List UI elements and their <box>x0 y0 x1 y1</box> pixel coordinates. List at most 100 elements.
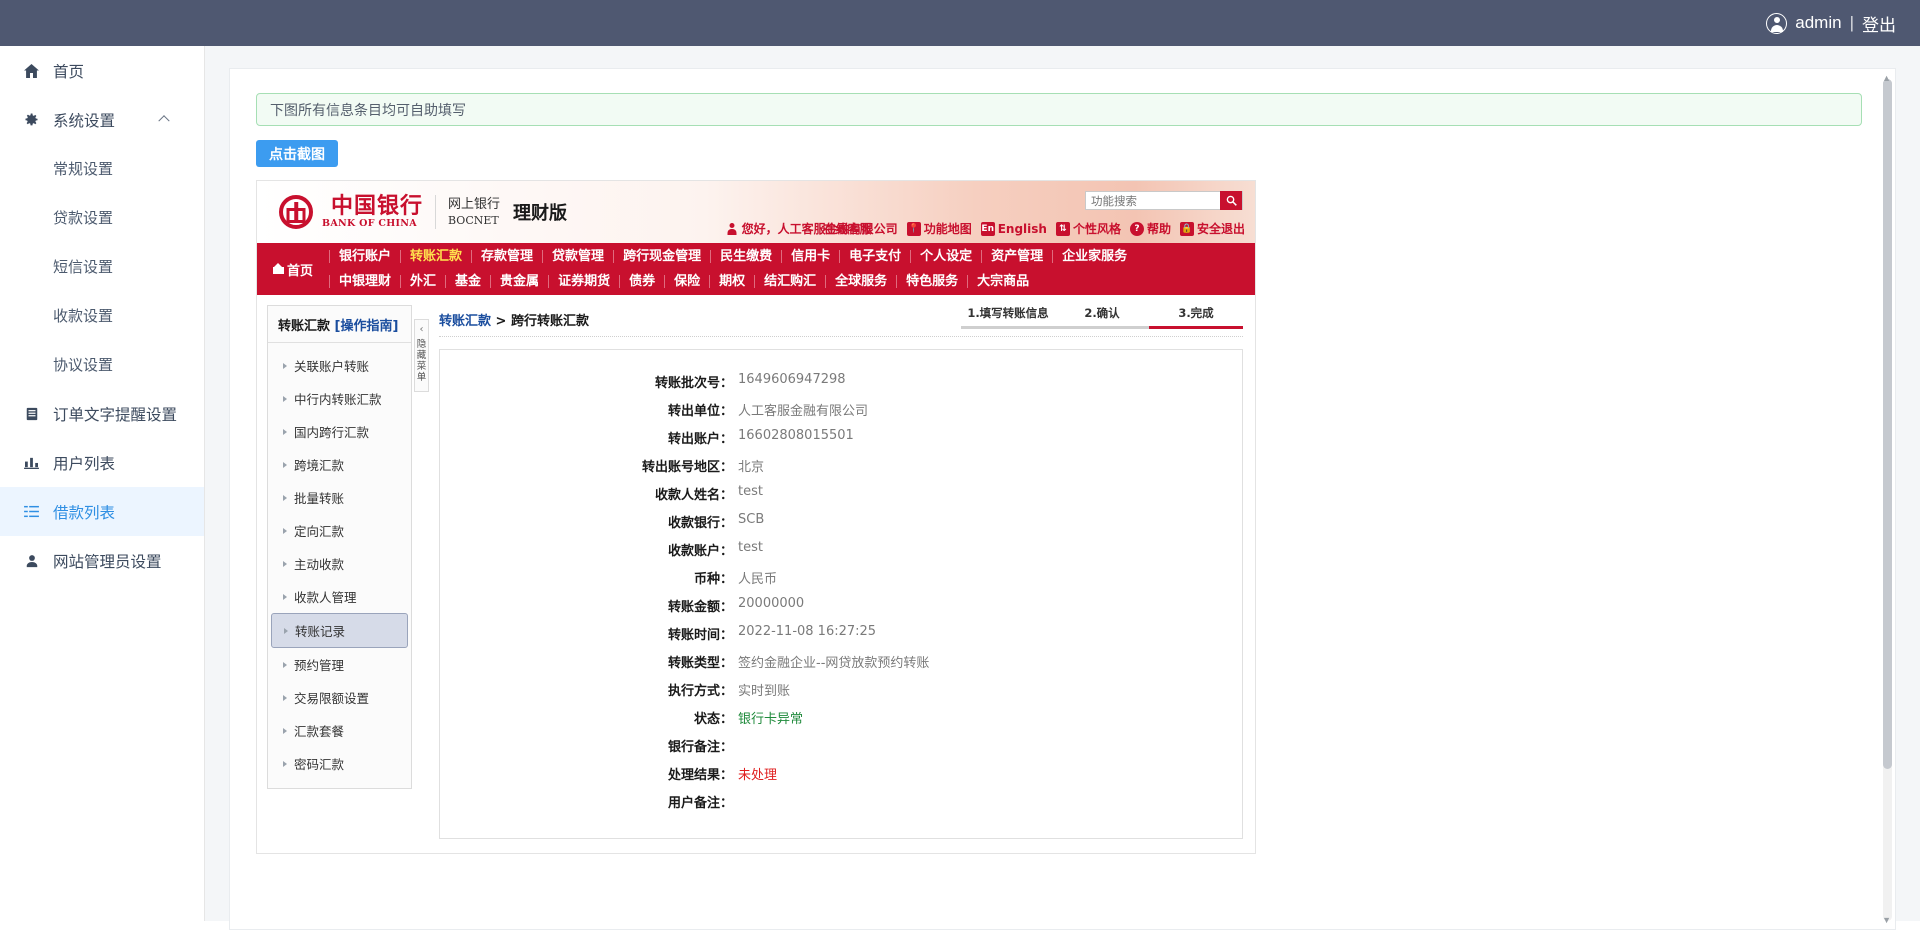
bank-nav-personal[interactable]: 个人设定 <box>910 250 981 263</box>
bank-nav-metal[interactable]: 贵金属 <box>490 275 548 288</box>
bank-menu-item-batch-transfer[interactable]: 批量转账 <box>271 481 408 514</box>
bank-menu-item-appointment-management[interactable]: 预约管理 <box>271 648 408 681</box>
bank-nav-wealth[interactable]: 中银理财 <box>329 275 400 288</box>
detail-label: 用户备注： <box>667 796 733 811</box>
detail-label: 币种： <box>693 572 733 587</box>
bank-left-menu-title-text: 转账汇款 <box>278 319 331 334</box>
bank-nav-forex[interactable]: 外汇 <box>400 275 445 288</box>
scroll-up-arrow-icon[interactable]: ▲ <box>1882 73 1891 83</box>
sidebar-item-general-settings[interactable]: 常规设置 <box>0 144 204 193</box>
bank-menu-item-cross-border[interactable]: 跨境汇款 <box>271 448 408 481</box>
detail-row: 执行方式： 实时到账 <box>440 680 1242 699</box>
detail-value: 16602808015501 <box>738 428 854 443</box>
breadcrumb-separator: > <box>495 314 507 329</box>
bank-utility-secure-logout[interactable]: 🔒 安全退出 <box>1179 220 1245 237</box>
username-label: admin <box>1795 13 1842 32</box>
processing-result-badge: 未处理 <box>738 768 778 783</box>
bank-nav-cashmgmt[interactable]: 跨行现金管理 <box>613 250 710 263</box>
bank-brand-en: BANK OF CHINA <box>322 218 417 230</box>
sidebar-item-loan-list[interactable]: 借款列表 <box>0 487 204 536</box>
detail-value: 北京 <box>738 460 765 475</box>
bank-utility-function-map[interactable]: 📍 功能地图 <box>906 220 972 237</box>
vertical-scrollbar[interactable] <box>1883 79 1892 921</box>
bank-search-box[interactable] <box>1085 191 1243 210</box>
gear-icon <box>22 112 41 127</box>
bank-menu-item-domestic-interbank[interactable]: 国内跨行汇款 <box>271 415 408 448</box>
bank-nav-featured[interactable]: 特色服务 <box>896 275 967 288</box>
bank-nav-exchange[interactable]: 结汇购汇 <box>754 275 825 288</box>
bank-nav-option[interactable]: 期权 <box>709 275 754 288</box>
capture-screenshot-button[interactable]: 点击截图 <box>256 140 338 167</box>
bank-menu-item-transfer-records[interactable]: 转账记录 <box>271 613 408 648</box>
bank-nav-futures[interactable]: 证券期货 <box>548 275 619 288</box>
breadcrumb: 转账汇款 > 跨行转账汇款 <box>439 310 589 329</box>
breadcrumb-level-2: 跨行转账汇款 <box>510 314 589 329</box>
sidebar-item-agreement-settings[interactable]: 协议设置 <box>0 340 204 389</box>
sidebar-item-payment-settings[interactable]: 收款设置 <box>0 291 204 340</box>
bank-utility-style[interactable]: ⇅ 个性风格 <box>1055 220 1121 237</box>
bank-menu-item-label: 国内跨行汇款 <box>294 425 370 440</box>
bank-menu-item-active-collection[interactable]: 主动收款 <box>271 547 408 580</box>
bank-nav-livelihood[interactable]: 民生缴费 <box>710 250 781 263</box>
bank-nav-transfer[interactable]: 转账汇款 <box>400 250 471 263</box>
transfer-detail-panel: 转账批次号： 1649606947298 转出单位： 人工客服金融有限公司 转出账户… <box>439 349 1243 839</box>
sidebar-item-order-text-reminder[interactable]: 订单文字提醒设置 <box>0 389 204 438</box>
bank-nav-home[interactable]: 首页 <box>257 243 329 295</box>
detail-label: 处理结果： <box>667 768 733 783</box>
bank-nav-global[interactable]: 全球服务 <box>825 275 896 288</box>
bank-breadcrumb-row: 转账汇款 > 跨行转账汇款 1.填写转账信息 2.确认 3.完成 <box>439 305 1243 337</box>
bank-search-input[interactable] <box>1086 192 1220 209</box>
bank-utility-bar: 您好，人工客服金融有限公司 在线客服 📍 功能地图 En English ⇅ 个… <box>728 220 1245 237</box>
sidebar-item-loan-settings[interactable]: 贷款设置 <box>0 193 204 242</box>
step-bar <box>1055 326 1149 329</box>
logout-link[interactable]: 登出 <box>1862 11 1896 36</box>
detail-label: 执行方式： <box>667 684 733 699</box>
detail-row: 收款人姓名： test <box>440 484 1242 503</box>
bank-nav-entrepreneur[interactable]: 企业家服务 <box>1052 250 1136 263</box>
bank-nav-epay[interactable]: 电子支付 <box>839 250 910 263</box>
search-icon[interactable] <box>1220 191 1242 210</box>
bank-menu-item-internal-transfer[interactable]: 中行内转账汇款 <box>271 382 408 415</box>
bank-greeting-overlay: 在线客服 <box>823 222 872 236</box>
bank-nav-insurance[interactable]: 保险 <box>664 275 709 288</box>
sidebar-item-admin-settings[interactable]: 网站管理员设置 <box>0 536 204 585</box>
sidebar-item-system-settings[interactable]: 系统设置 <box>0 95 204 144</box>
bank-menu-item-transaction-limit[interactable]: 交易限额设置 <box>271 681 408 714</box>
bank-edition-label: 理财版 <box>513 203 568 224</box>
sidebar-item-sms-settings[interactable]: 短信设置 <box>0 242 204 291</box>
bank-menu-item-label: 密码汇款 <box>294 757 345 772</box>
bank-page-screenshot: 中国银行 BANK OF CHINA 网上银行 BOCNET 理财版 功能搜索 … <box>256 180 1256 854</box>
triangle-right-icon <box>283 395 287 402</box>
user-menu[interactable]: admin | 登出 <box>1766 11 1896 36</box>
bank-collapse-menu-button[interactable]: ‹ 隐藏菜单 <box>414 319 429 392</box>
sidebar-item-home[interactable]: 首页 <box>0 46 204 95</box>
bank-utility-english[interactable]: En English <box>980 221 1047 236</box>
bank-nav-row-1: 银行账户 转账汇款 存款管理 贷款管理 跨行现金管理 民生缴费 信用卡 电子支付… <box>329 244 1255 269</box>
bank-nav-fund[interactable]: 基金 <box>445 275 490 288</box>
bank-menu-item-linked-transfer[interactable]: 关联账户转账 <box>271 349 408 382</box>
bank-utility-help[interactable]: ? 帮助 <box>1129 220 1171 237</box>
bank-nav-creditcard[interactable]: 信用卡 <box>781 250 839 263</box>
bank-utility-label: 个性风格 <box>1072 222 1121 236</box>
bank-menu-item-password-remittance[interactable]: 密码汇款 <box>271 747 408 780</box>
sidebar-item-label: 短信设置 <box>53 259 114 276</box>
sidebar-item-user-list[interactable]: 用户列表 <box>0 438 204 487</box>
bank-menu-item-directed-remittance[interactable]: 定向汇款 <box>271 514 408 547</box>
bank-nav-bond[interactable]: 债券 <box>619 275 664 288</box>
detail-value: 签约金融企业--网贷放款预约转账 <box>738 656 930 671</box>
sidebar-item-label: 常规设置 <box>53 161 114 178</box>
triangle-right-icon <box>283 428 287 435</box>
bank-nav-deposit[interactable]: 存款管理 <box>471 250 542 263</box>
breadcrumb-level-1[interactable]: 转账汇款 <box>439 314 491 329</box>
bank-nav-commodity[interactable]: 大宗商品 <box>967 275 1038 288</box>
scroll-down-arrow-icon[interactable]: ▼ <box>1882 915 1891 925</box>
sidebar-item-label: 订单文字提醒设置 <box>53 406 178 424</box>
scrollbar-thumb[interactable] <box>1883 79 1892 769</box>
bank-collapse-label: 隐藏菜单 <box>416 339 427 383</box>
bank-nav-loan[interactable]: 贷款管理 <box>542 250 613 263</box>
bank-nav-accounts[interactable]: 银行账户 <box>329 250 400 263</box>
bank-menu-item-remittance-package[interactable]: 汇款套餐 <box>271 714 408 747</box>
bank-nav-asset[interactable]: 资产管理 <box>981 250 1052 263</box>
bank-operation-guide-link[interactable]: [操作指南] <box>335 319 399 334</box>
bank-menu-item-payee-management[interactable]: 收款人管理 <box>271 580 408 613</box>
